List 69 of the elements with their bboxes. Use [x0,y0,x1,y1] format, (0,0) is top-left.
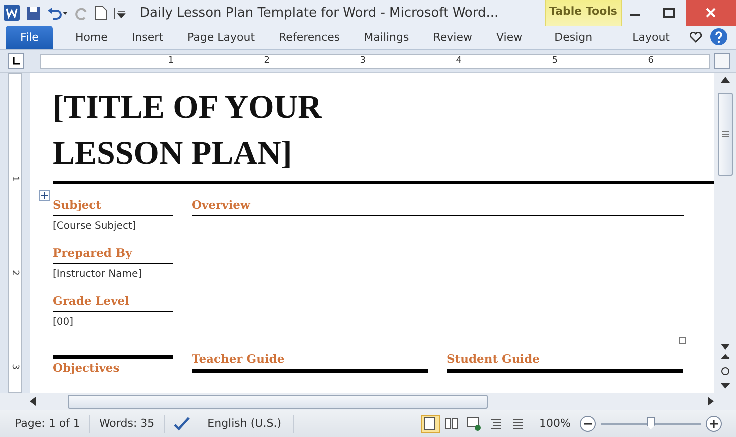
field-heading: Subject [53,198,173,216]
view-mode-button[interactable] [420,414,440,432]
view-mode-icon [444,416,460,432]
new-document-icon[interactable] [95,6,108,20]
view-ruler-icon[interactable] [714,53,730,69]
zoom-out-button[interactable] [580,416,596,432]
page-count[interactable]: Page: 1 of 1 [6,414,90,432]
scroll-right-icon[interactable] [708,397,714,406]
ruler-number: 3 [359,54,366,68]
guide-heading: Student Guide [447,352,683,373]
scroll-left-icon[interactable] [30,397,36,406]
zoom-level[interactable]: 100% [530,414,580,432]
document-title: [TITLE OF YOUR LESSON PLAN] [53,89,324,174]
maximize-icon [663,8,675,18]
ruler-number: 3 [10,364,20,370]
ruler-number: 1 [167,54,174,68]
ruler-number: 5 [551,54,558,68]
close-button[interactable] [686,0,736,26]
ribbon-tab[interactable]: Mailings [352,26,422,49]
ribbon-tab[interactable]: Page Layout [176,26,268,49]
end-of-cell-marker [679,337,686,344]
contextual-tab-label: Table Tools [548,5,618,18]
field-heading: Prepared By [53,246,173,264]
save-icon[interactable] [26,6,41,20]
ribbon-tab[interactable]: Insert [120,26,176,49]
ribbon-tab[interactable]: Layout [612,26,690,49]
field-value[interactable]: [Course Subject] [53,221,173,232]
plus-icon [710,420,718,428]
proofing-check-icon[interactable] [172,416,191,432]
field-value[interactable]: [00] [53,317,173,328]
window-title: Daily Lesson Plan Template for Word - Microsoft Word... [140,6,499,20]
language-indicator[interactable]: English (U.S.) [198,414,294,432]
guide-heading: Teacher Guide [192,352,428,373]
ruler-number: 1 [10,176,20,182]
horizontal-ruler[interactable]: 1 2 3 4 5 6 [40,54,710,68]
heart-icon[interactable] [690,32,702,42]
browse-object-icon[interactable] [720,367,730,376]
ruler-number: 4 [455,54,462,68]
field-heading: Grade Level [53,294,173,312]
objectives-heading: Objectives [53,361,121,375]
ribbon-tab[interactable]: References [267,26,352,49]
close-icon [706,8,716,18]
left-tab-icon [12,57,20,65]
ruler-number: 2 [10,270,20,276]
zoom-slider-thumb[interactable] [647,416,655,430]
word-logo-icon[interactable] [4,5,20,21]
ruler-number: 2 [263,54,270,68]
ribbon-tab[interactable]: Review [421,26,484,49]
undo-icon[interactable] [47,6,69,20]
ribbon-tab[interactable]: File [6,26,54,49]
vertical-scrollbar-thumb[interactable] [718,93,732,176]
scroll-up-icon[interactable] [720,77,730,83]
view-mode-icon [466,416,482,432]
table-move-handle-icon[interactable] [39,190,50,201]
horizontal-scrollbar-thumb[interactable] [68,394,488,408]
overview-heading: Overview [192,198,684,216]
ribbon-tab[interactable]: Home [63,26,120,49]
tab-stop-selector[interactable] [8,53,24,69]
ruler-number: 6 [647,54,654,68]
ribbon-tab[interactable]: View [484,26,535,49]
view-mode-icon [422,416,438,432]
view-mode-button[interactable] [464,414,484,432]
zoom-in-button[interactable] [706,416,722,432]
word-count[interactable]: Words: 35 [90,414,165,432]
field-value[interactable]: [Instructor Name] [53,269,173,280]
scroll-down-icon[interactable] [720,344,730,350]
customize-toolbar-icon[interactable] [114,6,126,20]
help-icon[interactable] [710,28,728,46]
ribbon-tab[interactable]: Design [534,26,613,49]
